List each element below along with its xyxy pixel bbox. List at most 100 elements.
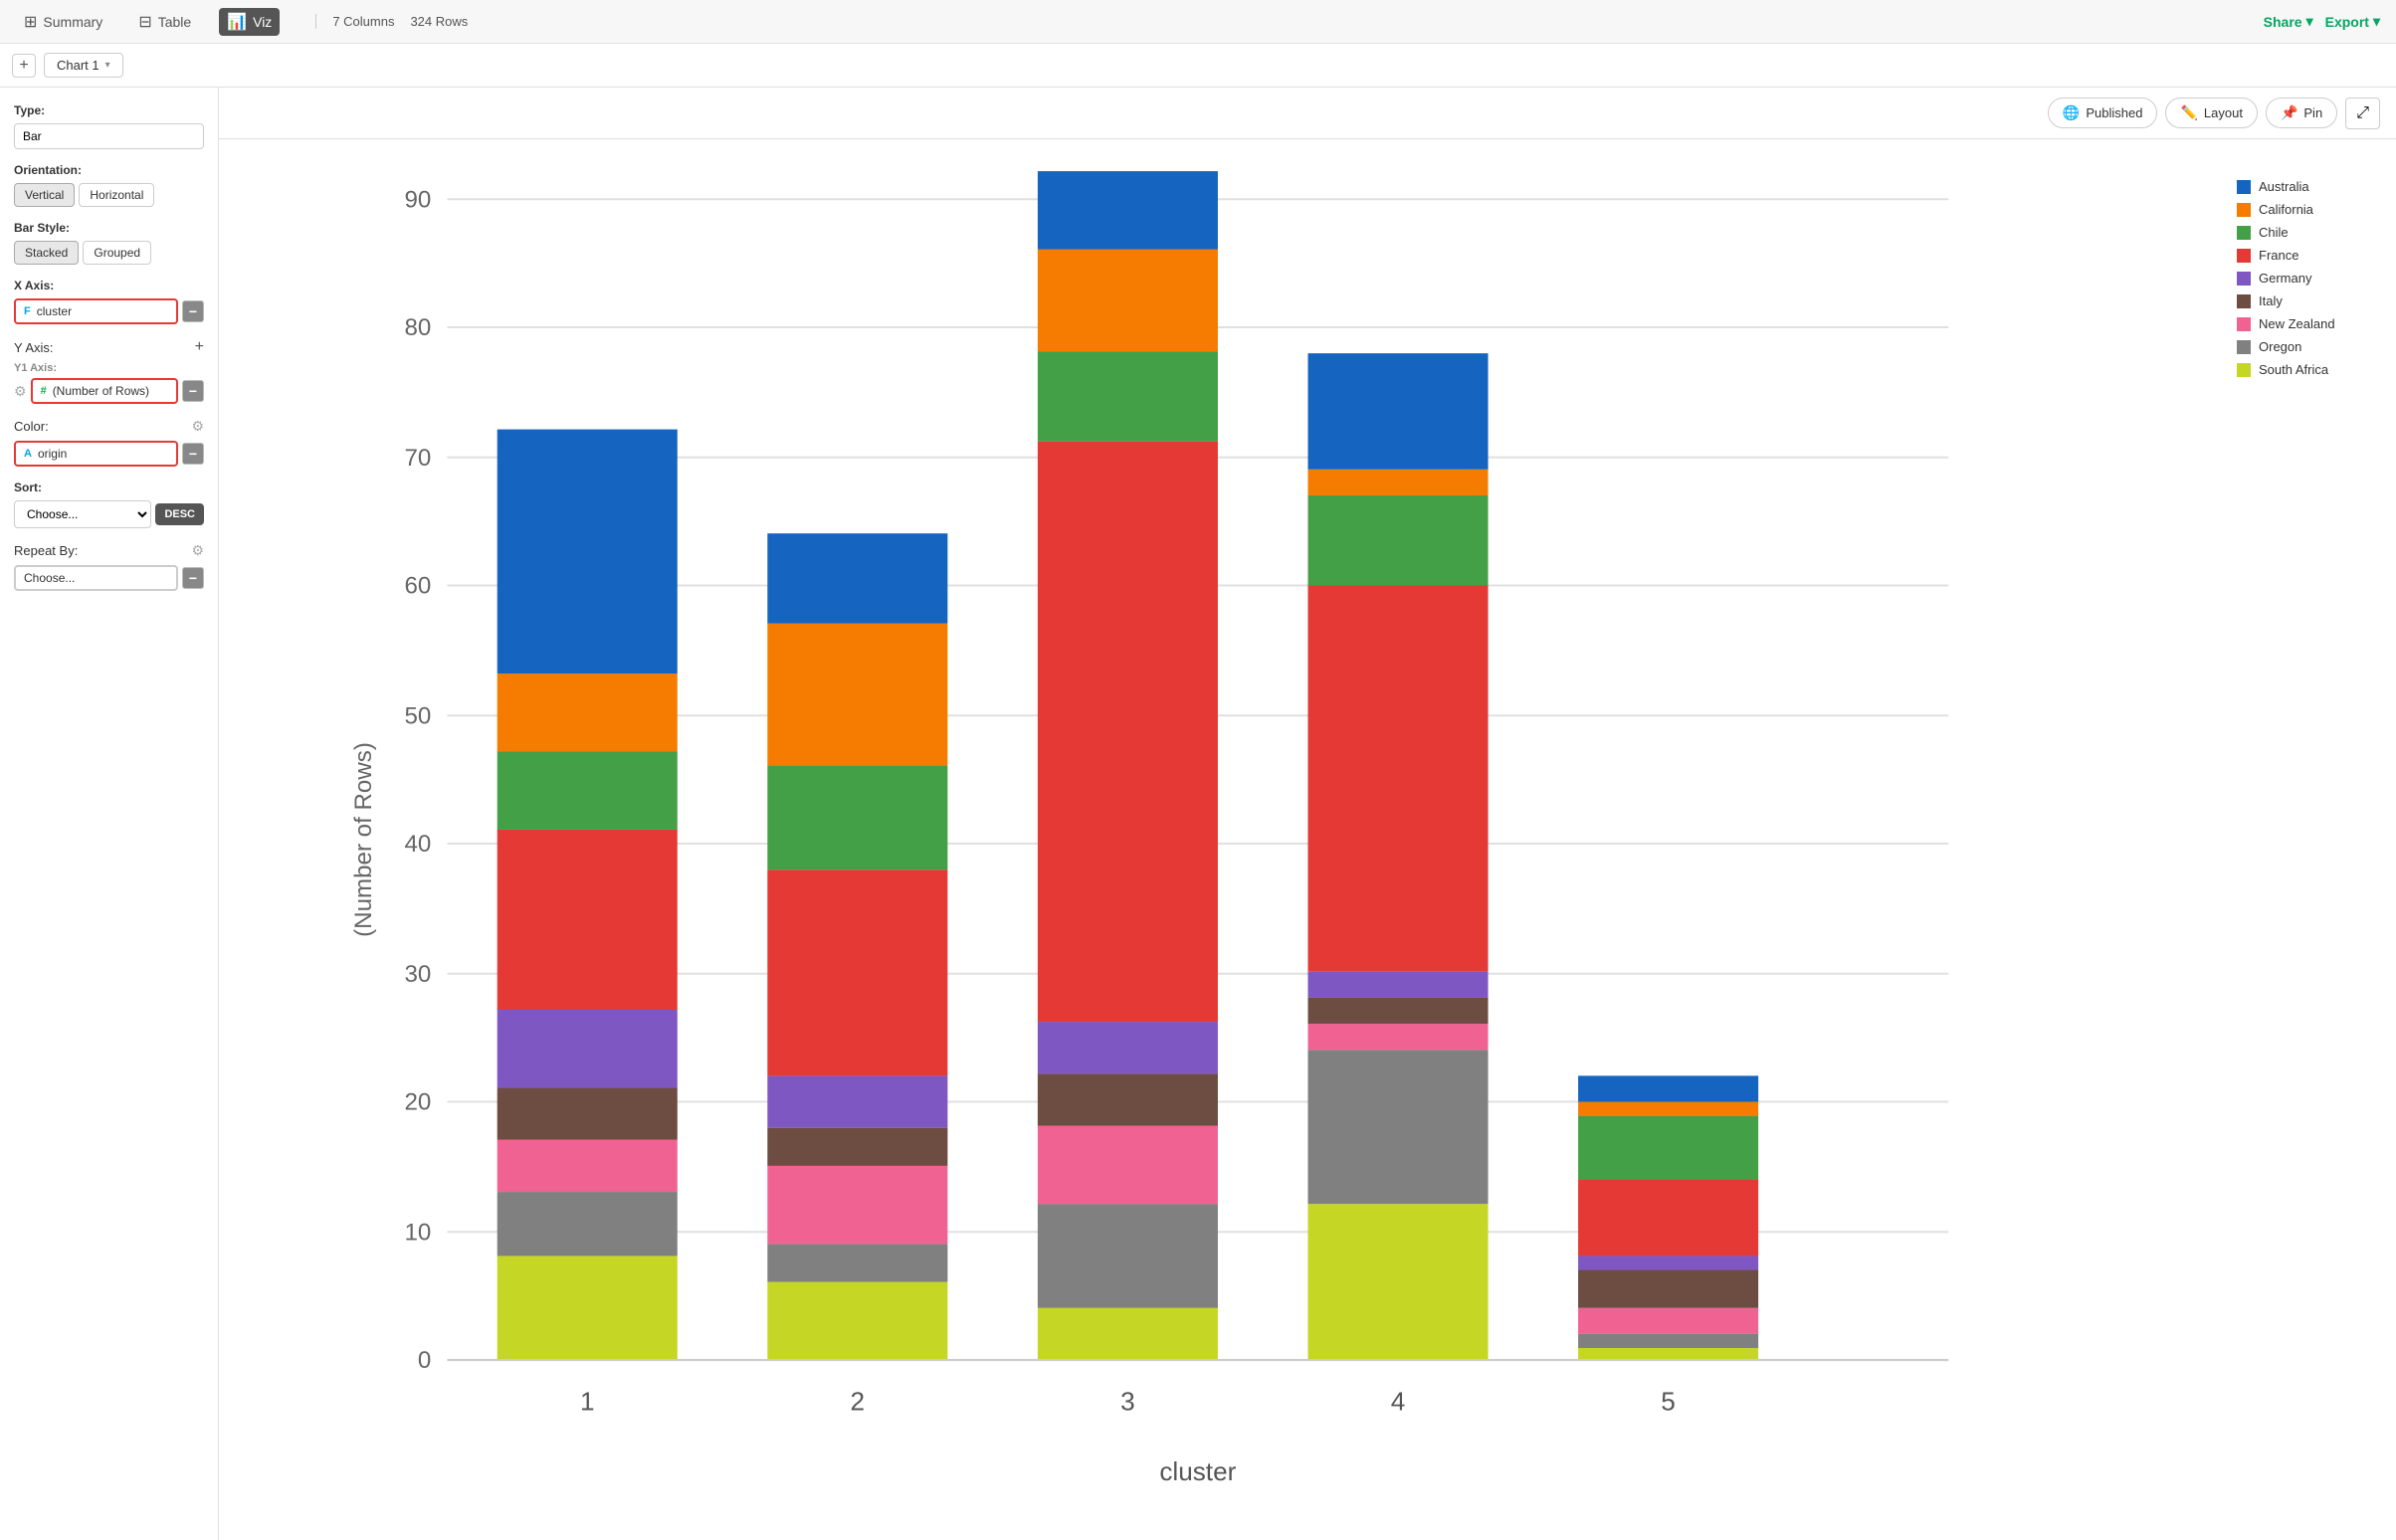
add-chart-icon: + bbox=[19, 57, 28, 75]
export-chevron-icon: ▾ bbox=[2373, 13, 2380, 30]
layout-label: Layout bbox=[2204, 105, 2243, 120]
bar-cluster2-oregon bbox=[767, 1244, 947, 1281]
color-minus-button[interactable]: − bbox=[182, 443, 204, 465]
repeat-gear-icon[interactable]: ⚙ bbox=[191, 542, 204, 559]
repeat-field[interactable]: Choose... bbox=[14, 565, 178, 591]
legend-item: France bbox=[2237, 248, 2376, 263]
nav-table[interactable]: ⊟ Table bbox=[130, 8, 199, 36]
bar-cluster2-new-zealand bbox=[767, 1166, 947, 1244]
chart-tab[interactable]: Chart 1 ▾ bbox=[44, 53, 123, 78]
legend-color-swatch bbox=[2237, 363, 2251, 377]
add-chart-button[interactable]: + bbox=[12, 54, 36, 78]
legend-item: New Zealand bbox=[2237, 316, 2376, 331]
legend-color-swatch bbox=[2237, 180, 2251, 194]
bar-cluster1-new-zealand bbox=[498, 1140, 678, 1192]
nav-viz[interactable]: 📊 Viz bbox=[219, 8, 280, 36]
viz-label: Viz bbox=[253, 14, 272, 30]
color-type-icon: A bbox=[24, 448, 32, 460]
export-button[interactable]: Export ▾ bbox=[2325, 13, 2380, 30]
svg-text:80: 80 bbox=[404, 314, 431, 341]
y1-gear-icon[interactable]: ⚙ bbox=[14, 383, 27, 400]
bar-cluster4-south-africa bbox=[1307, 1204, 1488, 1360]
bar-cluster3-california bbox=[1038, 250, 1218, 352]
stacked-button[interactable]: Stacked bbox=[14, 241, 79, 265]
sort-desc-button[interactable]: DESC bbox=[155, 503, 204, 525]
chart-topbar: 🌐 Published ✏️ Layout 📌 Pin ⤢ bbox=[219, 88, 2396, 139]
layout-button[interactable]: ✏️ Layout bbox=[2165, 97, 2257, 128]
share-label: Share bbox=[2264, 14, 2302, 30]
y1-axis-label: Y1 Axis: bbox=[14, 362, 204, 374]
color-field[interactable]: A origin bbox=[14, 441, 178, 467]
bar-cluster5-california bbox=[1578, 1102, 1758, 1116]
bar-cluster1-chile bbox=[498, 751, 678, 829]
share-chevron-icon: ▾ bbox=[2306, 13, 2313, 30]
vertical-button[interactable]: Vertical bbox=[14, 183, 75, 207]
pin-icon: 📌 bbox=[2281, 104, 2297, 121]
table-icon: ⊟ bbox=[138, 12, 151, 32]
bar-cluster3-germany bbox=[1038, 1022, 1218, 1073]
pencil-icon: ✏️ bbox=[2180, 104, 2197, 121]
y1-axis-row: ⚙ # (Number of Rows) − bbox=[14, 378, 204, 404]
legend-item: Germany bbox=[2237, 271, 2376, 286]
bar-cluster5-france bbox=[1578, 1180, 1758, 1255]
horizontal-button[interactable]: Horizontal bbox=[79, 183, 154, 207]
y-axis-plus-button[interactable]: + bbox=[195, 338, 204, 356]
pin-button[interactable]: 📌 Pin bbox=[2266, 97, 2337, 128]
grouped-button[interactable]: Grouped bbox=[83, 241, 151, 265]
bar-cluster3-australia bbox=[1038, 171, 1218, 249]
bar-chart: (Number of Rows) bbox=[239, 159, 2217, 1520]
legend-color-swatch bbox=[2237, 203, 2251, 217]
bar-cluster3-south-africa bbox=[1038, 1308, 1218, 1360]
svg-text:0: 0 bbox=[418, 1347, 431, 1374]
legend-item-label: Australia bbox=[2259, 179, 2309, 194]
bar-cluster5-germany bbox=[1578, 1255, 1758, 1269]
x-axis-minus-button[interactable]: − bbox=[182, 300, 204, 322]
legend-item-label: New Zealand bbox=[2259, 316, 2335, 331]
repeat-field-name: Choose... bbox=[24, 571, 75, 585]
sort-select[interactable]: Choose... bbox=[14, 500, 151, 528]
svg-text:60: 60 bbox=[404, 573, 431, 600]
y1-axis-field[interactable]: # (Number of Rows) bbox=[31, 378, 178, 404]
repeat-minus-button[interactable]: − bbox=[182, 567, 204, 589]
type-select[interactable]: Bar bbox=[14, 123, 204, 149]
export-label: Export bbox=[2325, 14, 2369, 30]
rows-label: 324 Rows bbox=[410, 14, 468, 29]
x-axis-field[interactable]: F cluster bbox=[14, 298, 178, 324]
bar-cluster1-france bbox=[498, 830, 678, 1010]
expand-button[interactable]: ⤢ bbox=[2345, 97, 2380, 129]
legend-item-label: Germany bbox=[2259, 271, 2311, 286]
bar-cluster3-oregon bbox=[1038, 1204, 1218, 1308]
svg-text:10: 10 bbox=[404, 1219, 431, 1246]
legend-item: California bbox=[2237, 202, 2376, 217]
legend-item: Oregon bbox=[2237, 339, 2376, 354]
bar-cluster4-chile bbox=[1307, 495, 1488, 586]
legend-item-label: Italy bbox=[2259, 293, 2283, 308]
repeat-row: Choose... − bbox=[14, 565, 204, 591]
x-axis-group: X Axis: F cluster − bbox=[14, 279, 204, 324]
repeat-label-row: Repeat By: ⚙ bbox=[14, 542, 204, 559]
chart-tab-chevron-icon: ▾ bbox=[105, 60, 110, 71]
orientation-buttons: Vertical Horizontal bbox=[14, 183, 204, 207]
chart-tab-label: Chart 1 bbox=[57, 58, 100, 73]
y1-minus-button[interactable]: − bbox=[182, 380, 204, 402]
nav-summary[interactable]: ⊞ Summary bbox=[16, 8, 110, 36]
x-label-3: 3 bbox=[1120, 1386, 1135, 1416]
x-label-4: 4 bbox=[1391, 1386, 1406, 1416]
color-gear-icon[interactable]: ⚙ bbox=[191, 418, 204, 435]
right-area: 🌐 Published ✏️ Layout 📌 Pin ⤢ (Nu bbox=[219, 88, 2396, 1540]
viz-icon: 📊 bbox=[227, 12, 247, 32]
main-container: Type: Bar Orientation: Vertical Horizont… bbox=[0, 88, 2396, 1540]
chart-svg-container: (Number of Rows) bbox=[239, 159, 2217, 1520]
bar-cluster4-new-zealand bbox=[1307, 1024, 1488, 1050]
legend-item-label: Chile bbox=[2259, 225, 2289, 240]
svg-text:70: 70 bbox=[404, 445, 431, 472]
published-button[interactable]: 🌐 Published bbox=[2048, 97, 2158, 128]
columns-label: 7 Columns bbox=[332, 14, 394, 29]
svg-text:20: 20 bbox=[404, 1089, 431, 1116]
bar-cluster2-france bbox=[767, 869, 947, 1075]
legend-item-label: South Africa bbox=[2259, 362, 2328, 377]
expand-icon: ⤢ bbox=[2356, 104, 2369, 121]
bar-cluster1-germany bbox=[498, 1010, 678, 1087]
x-label-5: 5 bbox=[1661, 1386, 1676, 1416]
share-button[interactable]: Share ▾ bbox=[2264, 13, 2313, 30]
